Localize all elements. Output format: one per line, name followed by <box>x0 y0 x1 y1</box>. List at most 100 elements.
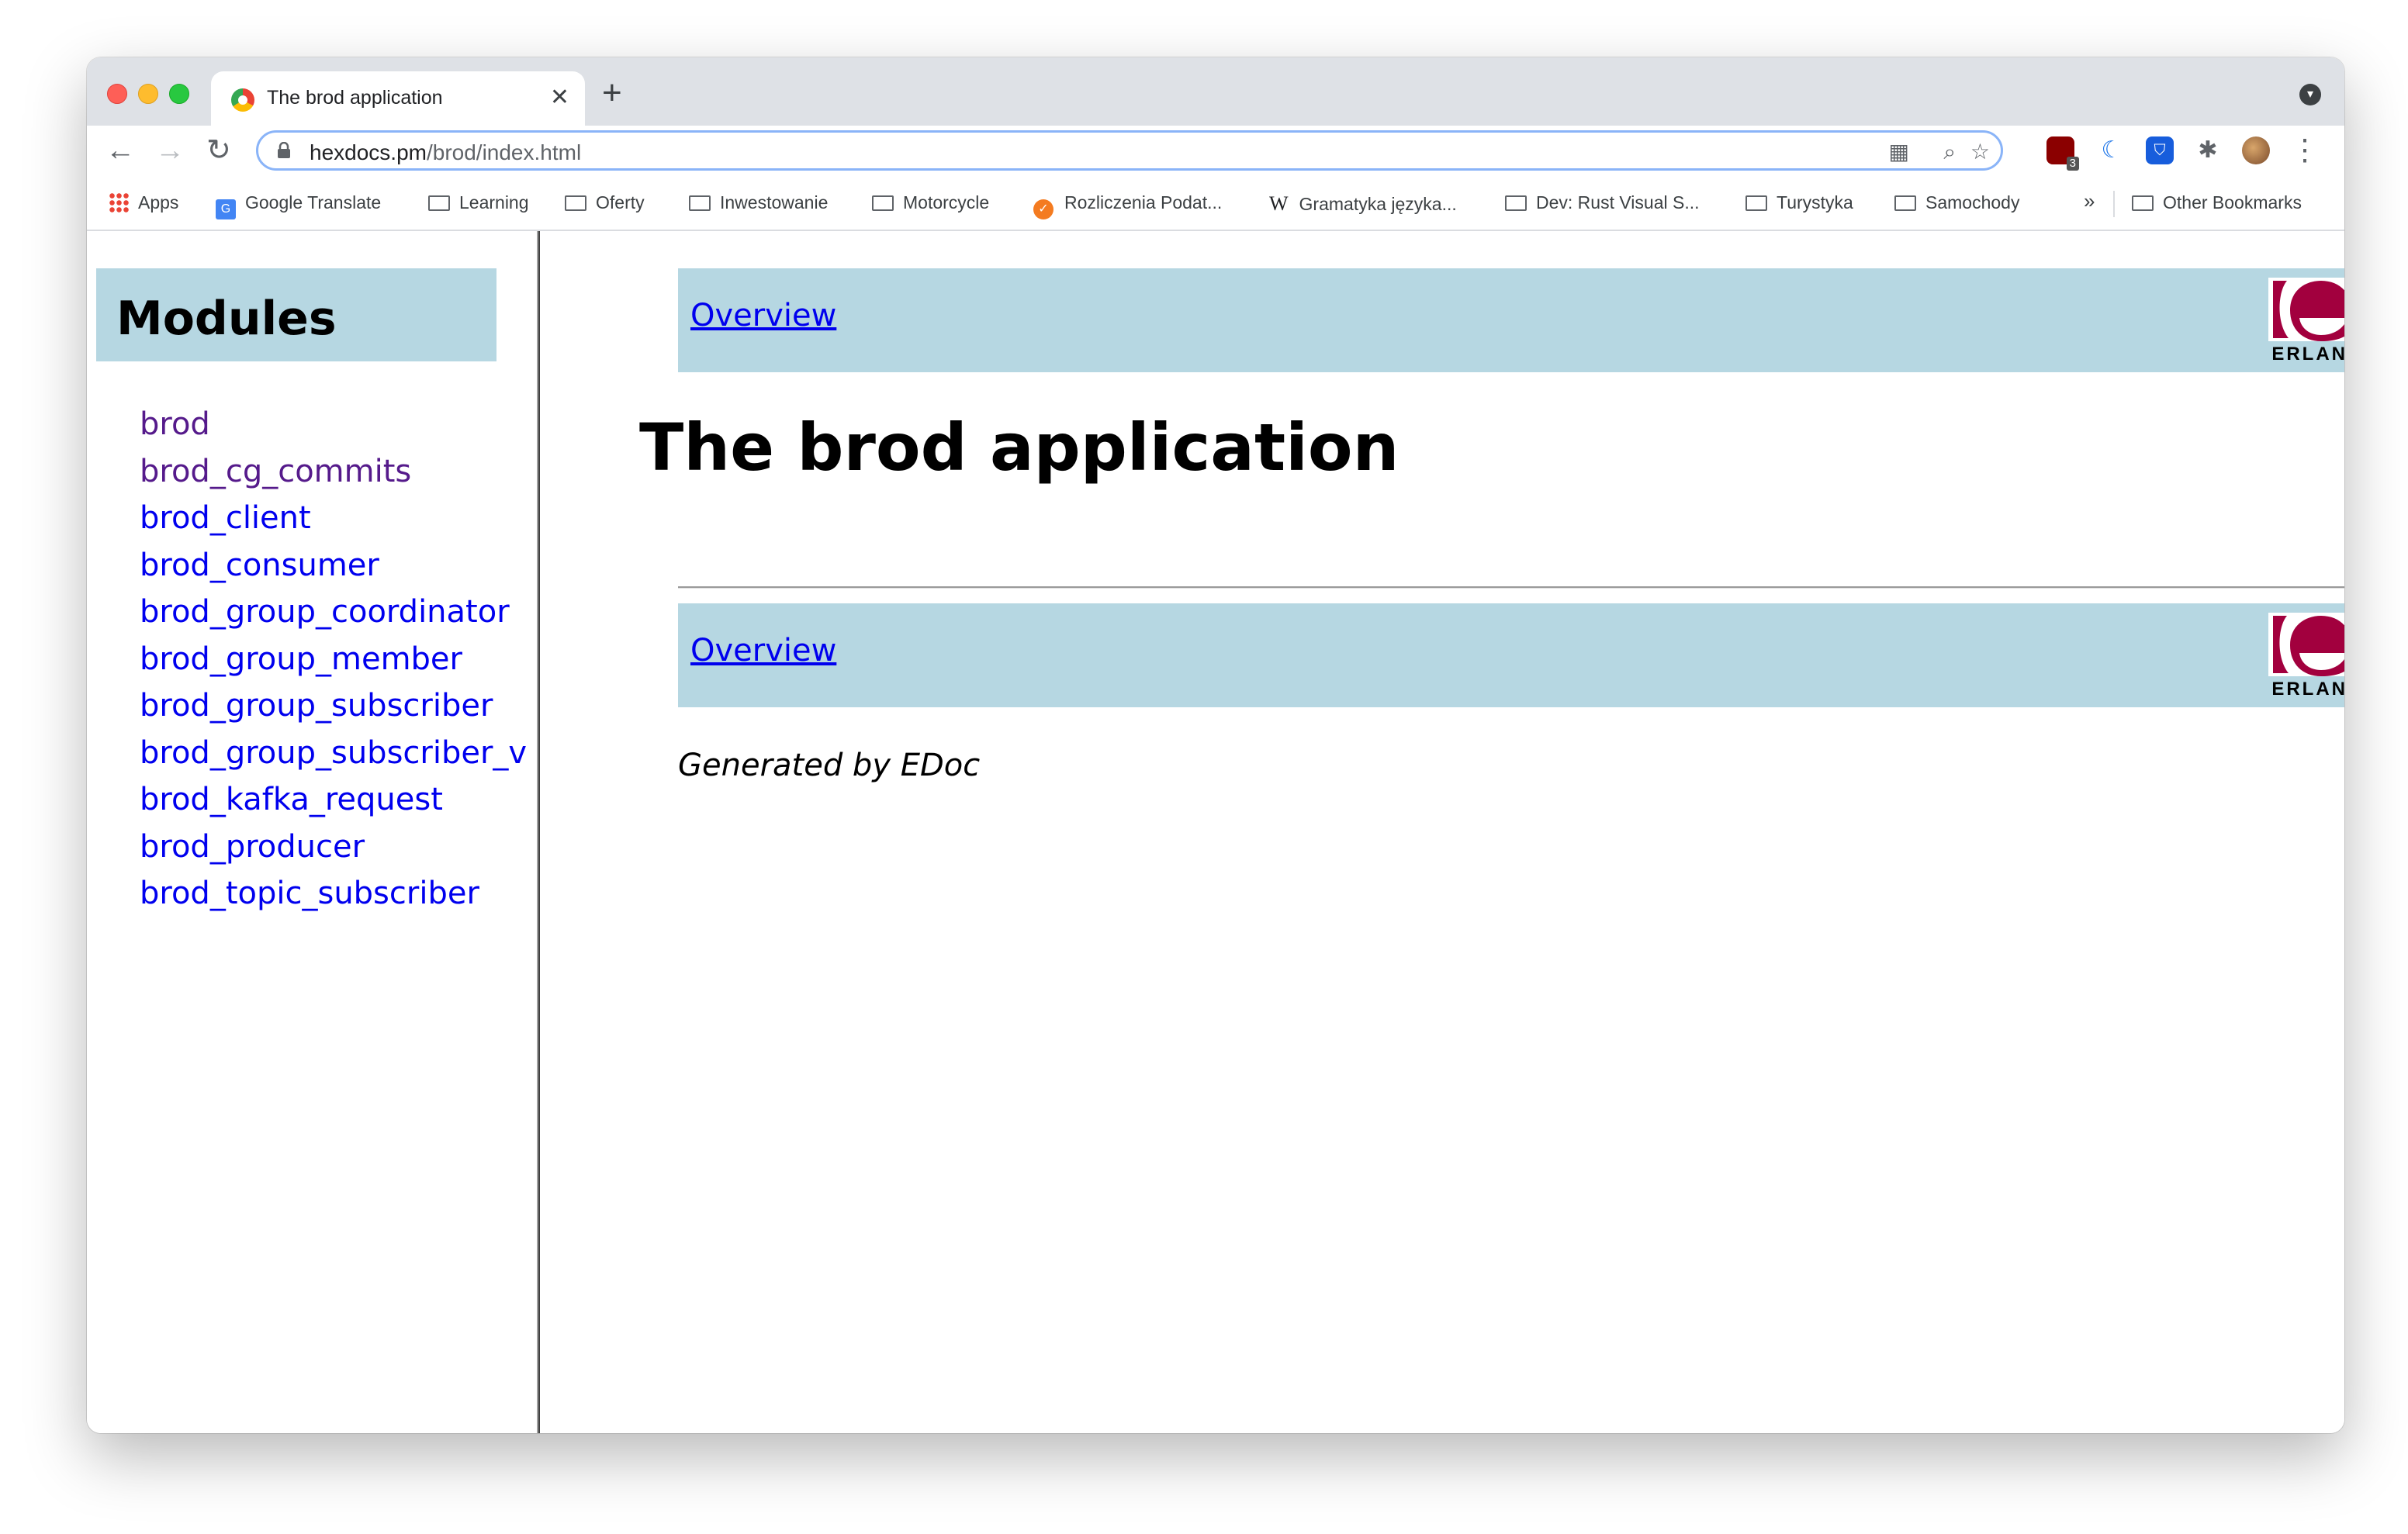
navbar-bottom: Overview ERLANG <box>678 603 2344 707</box>
wikipedia-icon: W <box>1269 192 1289 215</box>
bookmark-rozliczenia[interactable]: ✓ Rozliczenia Podat... <box>1033 192 1222 219</box>
list-item: brod_cg_commits <box>140 449 527 496</box>
modules-list: brod brod_cg_commits brod_client brod_co… <box>140 402 527 918</box>
overview-link-bottom[interactable]: Overview <box>690 633 836 669</box>
bookmark-google-translate[interactable]: G Google Translate <box>216 192 381 219</box>
apps-grid-icon <box>109 192 129 212</box>
erlang-logo-icon[interactable]: ERLANG <box>2268 278 2344 364</box>
list-item: brod <box>140 402 527 449</box>
folder-icon <box>689 195 711 211</box>
url-text[interactable]: hexdocs.pm/brod/index.html <box>310 140 581 165</box>
overview-frame: Overview ERLANG The brod application Ove… <box>541 231 2344 1433</box>
module-link-brod-group-subscriber-v[interactable]: brod_group_subscriber_v <box>140 735 527 771</box>
bookmarks-overflow-button[interactable]: » <box>2084 189 2095 213</box>
overview-link-top[interactable]: Overview <box>690 298 836 333</box>
module-link-brod-group-subscriber[interactable]: brod_group_subscriber <box>140 688 493 724</box>
forward-icon[interactable]: → <box>155 133 185 168</box>
navbar-top: Overview ERLANG <box>678 268 2344 372</box>
bookmark-label: Inwestowanie <box>720 192 829 212</box>
footer-generated-by: Generated by EDoc <box>678 748 981 783</box>
frame-resize-handle[interactable] <box>535 231 541 1433</box>
bookmark-turystyka[interactable]: Turystyka <box>1745 192 1853 213</box>
list-item: brod_group_subscriber <box>140 683 527 731</box>
qr-code-icon[interactable]: ▦ <box>1889 139 1909 165</box>
erlang-logo-text: ERLANG <box>2271 344 2344 364</box>
bookmark-apps[interactable]: Apps <box>109 192 178 213</box>
bookmark-label: Samochody <box>1925 192 2020 212</box>
folder-icon <box>1505 195 1527 211</box>
bookmark-gramatyka[interactable]: W Gramatyka języka... <box>1269 192 1457 216</box>
bookmark-label: Dev: Rust Visual S... <box>1536 192 1700 212</box>
folder-icon <box>872 195 894 211</box>
list-item: brod_producer <box>140 824 527 872</box>
reload-icon[interactable]: ↻ <box>206 133 231 168</box>
profile-avatar[interactable] <box>2242 136 2270 164</box>
bookmark-samochody[interactable]: Samochody <box>1894 192 2019 213</box>
list-item: brod_consumer <box>140 543 527 590</box>
modules-heading: Modules <box>116 292 337 346</box>
lock-icon[interactable] <box>277 141 291 164</box>
tab-active[interactable]: The brod application ✕ <box>211 71 585 126</box>
module-link-brod[interactable]: brod <box>140 406 210 442</box>
erlang-logo-text: ERLANG <box>2271 679 2344 700</box>
list-item: brod_group_coordinator <box>140 589 527 637</box>
zoom-icon[interactable]: ⌕ <box>1943 139 1956 165</box>
erlang-logo-icon[interactable]: ERLANG <box>2268 613 2344 700</box>
address-bar[interactable]: hexdocs.pm/brod/index.html ▦ ⌕ ☆ <box>256 130 2003 171</box>
module-link-brod-cg-commits[interactable]: brod_cg_commits <box>140 454 411 489</box>
tab-title: The brod application <box>267 87 443 109</box>
page-title: The brod application <box>639 409 1399 485</box>
folder-icon <box>565 195 586 211</box>
tab-close-icon[interactable]: ✕ <box>550 84 569 112</box>
tab-favicon-icon <box>231 88 254 112</box>
modules-header: Modules <box>96 268 496 361</box>
bookmarks-divider <box>2113 191 2115 217</box>
back-icon[interactable]: ← <box>106 133 135 168</box>
bookmark-label: Turystyka <box>1777 192 1853 212</box>
bookmark-other[interactable]: Other Bookmarks <box>2132 192 2302 213</box>
module-link-brod-topic-subscriber[interactable]: brod_topic_subscriber <box>140 876 479 911</box>
site-icon: ✓ <box>1033 199 1054 219</box>
bookmarks-bar: Apps G Google Translate Learning Oferty I… <box>87 178 2344 231</box>
page-content: Modules brod brod_cg_commits brod_client… <box>87 231 2344 1433</box>
list-item: brod_topic_subscriber <box>140 871 527 918</box>
module-link-brod-group-coordinator[interactable]: brod_group_coordinator <box>140 594 510 630</box>
module-link-brod-client[interactable]: brod_client <box>140 500 311 536</box>
modules-frame: Modules brod brod_cg_commits brod_client… <box>87 231 535 1433</box>
bookmark-label: Gramatyka języka... <box>1299 194 1457 214</box>
bookmark-star-icon[interactable]: ☆ <box>1970 139 1990 165</box>
bookmark-inwestowanie[interactable]: Inwestowanie <box>689 192 828 213</box>
folder-icon <box>1894 195 1916 211</box>
module-link-brod-producer[interactable]: brod_producer <box>140 829 365 865</box>
bitwarden-extension-icon[interactable]: ⛉ <box>2146 136 2174 164</box>
ublock-extension-icon[interactable]: 3 <box>2046 136 2079 171</box>
module-link-brod-consumer[interactable]: brod_consumer <box>140 548 379 583</box>
tab-strip: The brod application ✕ + ▾ <box>87 57 2344 126</box>
extension-moon-icon[interactable]: ☾ <box>2098 136 2126 164</box>
tab-search-icon[interactable]: ▾ <box>2299 84 2321 105</box>
module-link-brod-kafka-request[interactable]: brod_kafka_request <box>140 782 443 817</box>
folder-icon <box>2132 195 2154 211</box>
new-tab-button[interactable]: + <box>602 74 622 112</box>
maximize-window-button[interactable] <box>169 84 189 104</box>
list-item: brod_group_member <box>140 637 527 684</box>
bookmark-dev-rust[interactable]: Dev: Rust Visual S... <box>1505 192 1700 213</box>
bookmark-motorcycle[interactable]: Motorcycle <box>872 192 989 213</box>
extension-badge-count: 3 <box>2066 157 2079 171</box>
list-item: brod_client <box>140 496 527 543</box>
list-item: brod_kafka_request <box>140 777 527 824</box>
browser-menu-icon[interactable]: ⋮ <box>2290 133 2320 168</box>
extensions-puzzle-icon[interactable]: ✱ <box>2194 136 2222 164</box>
bookmark-label: Motorcycle <box>903 192 990 212</box>
module-link-brod-group-member[interactable]: brod_group_member <box>140 641 462 677</box>
bookmark-label: Rozliczenia Podat... <box>1064 192 1223 212</box>
bookmark-label: Apps <box>138 192 179 212</box>
minimize-window-button[interactable] <box>138 84 158 104</box>
toolbar: ← → ↻ hexdocs.pm/brod/index.html ▦ ⌕ ☆ 3… <box>87 126 2344 178</box>
bookmark-label: Other Bookmarks <box>2163 192 2302 212</box>
bookmark-label: Learning <box>459 192 529 212</box>
url-path: /brod/index.html <box>426 140 582 164</box>
bookmark-oferty[interactable]: Oferty <box>565 192 645 213</box>
close-window-button[interactable] <box>107 84 127 104</box>
bookmark-learning[interactable]: Learning <box>428 192 529 213</box>
